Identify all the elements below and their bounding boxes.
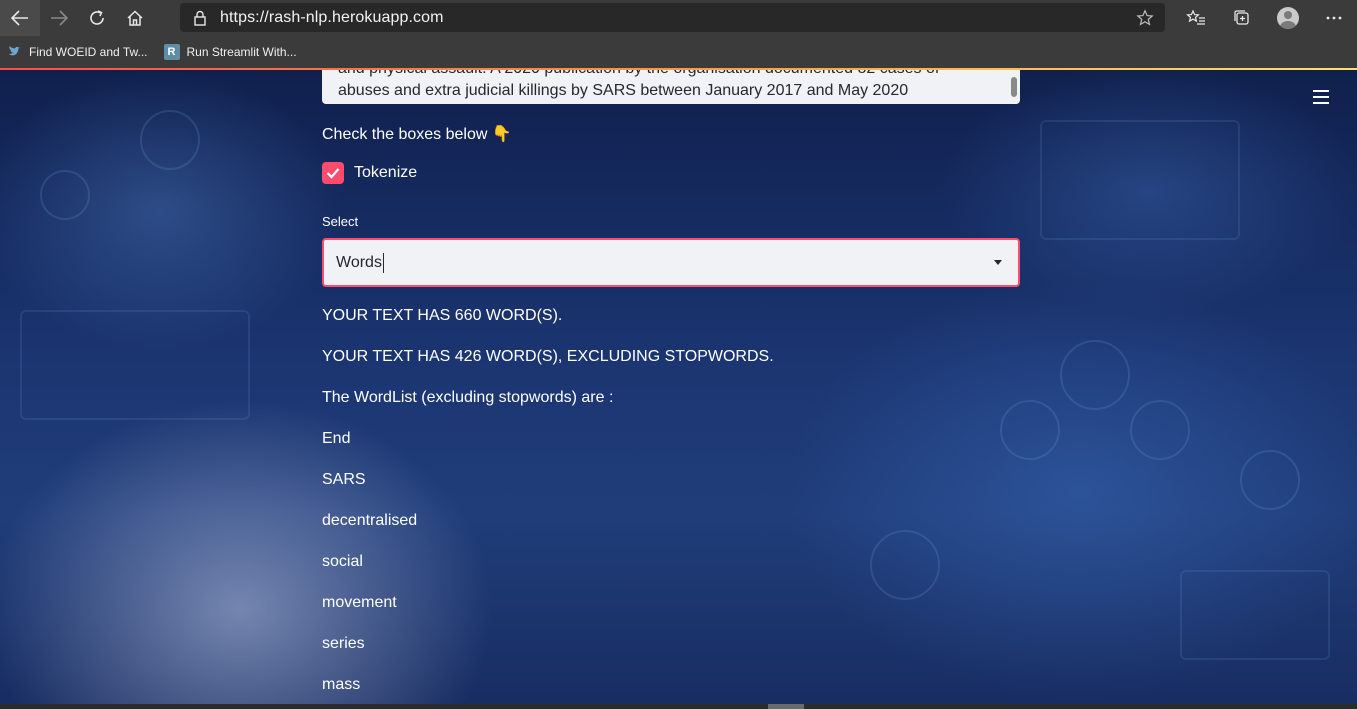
wordlist-heading: The WordList (excluding stopwords) are : bbox=[322, 389, 614, 406]
favorite-star-icon[interactable] bbox=[1125, 8, 1165, 27]
word-list-item: series bbox=[322, 635, 365, 652]
back-button[interactable] bbox=[0, 0, 40, 36]
text-input-area[interactable]: and physical assault. A 2020 publication… bbox=[322, 70, 1020, 104]
word-list-item: movement bbox=[322, 594, 397, 611]
bookmark-label: Run Streamlit With... bbox=[186, 45, 297, 59]
word-list-item: decentralised bbox=[322, 512, 418, 529]
select-value: Words bbox=[336, 253, 382, 271]
word-list-item: social bbox=[322, 553, 363, 570]
word-list-item: End bbox=[322, 430, 351, 447]
word-list-item: mass bbox=[322, 676, 361, 693]
forward-arrow-icon bbox=[51, 10, 68, 26]
bookmarks-bar: Find WOEID and Tw... R Run Streamlit Wit… bbox=[0, 36, 1357, 68]
checkmark-icon bbox=[326, 168, 340, 179]
background-decoration bbox=[1180, 570, 1330, 660]
refresh-button[interactable] bbox=[78, 0, 116, 36]
address-bar[interactable]: https://rash-nlp.herokuapp.com bbox=[180, 3, 1165, 32]
r-letter-icon: R bbox=[163, 44, 180, 60]
favorites-list-button[interactable] bbox=[1173, 0, 1219, 36]
url-text[interactable]: https://rash-nlp.herokuapp.com bbox=[220, 9, 1125, 27]
more-menu-button[interactable] bbox=[1311, 0, 1357, 36]
word-count-text: YOUR TEXT HAS 660 WORD(S). bbox=[322, 307, 563, 324]
textarea-visible-line: abuses and extra judicial killings by SA… bbox=[338, 82, 909, 99]
bookmark-streamlit[interactable]: R Run Streamlit With... bbox=[163, 44, 297, 60]
select-dropdown[interactable]: Words bbox=[322, 238, 1020, 287]
word-list-item: SARS bbox=[322, 471, 366, 488]
horizontal-scrollbar[interactable] bbox=[0, 704, 1357, 709]
avatar bbox=[1277, 7, 1299, 29]
instruction-text: Check the boxes below 👇 bbox=[322, 126, 512, 143]
home-icon bbox=[127, 10, 143, 26]
dropdown-arrow-icon[interactable] bbox=[994, 260, 1002, 265]
word-count-no-stopwords-text: YOUR TEXT HAS 426 WORD(S), EXCLUDING STO… bbox=[322, 348, 774, 365]
favorites-list-icon bbox=[1186, 9, 1205, 25]
tokenize-label: Tokenize bbox=[354, 164, 418, 181]
app-page: and physical assault. A 2020 publication… bbox=[0, 70, 1357, 704]
bookmark-woeid[interactable]: Find WOEID and Tw... bbox=[6, 44, 148, 60]
horizontal-scrollbar-thumb[interactable] bbox=[768, 704, 804, 709]
hamburger-menu-icon[interactable] bbox=[1313, 90, 1329, 104]
background-decoration bbox=[1130, 400, 1190, 460]
background-decoration bbox=[870, 530, 940, 600]
more-dots-icon bbox=[1326, 16, 1342, 20]
refresh-icon bbox=[90, 10, 104, 25]
background-decoration bbox=[20, 310, 250, 420]
collections-button[interactable] bbox=[1219, 0, 1265, 36]
background-decoration bbox=[1040, 120, 1240, 240]
background-decoration bbox=[1060, 340, 1130, 410]
background-decoration bbox=[1240, 450, 1300, 510]
background-decoration bbox=[40, 170, 90, 220]
twitter-bird-icon bbox=[6, 44, 22, 60]
background-decoration bbox=[140, 110, 200, 170]
textarea-scrollbar[interactable] bbox=[1011, 77, 1017, 97]
forward-button[interactable] bbox=[40, 0, 78, 36]
home-button[interactable] bbox=[116, 0, 154, 36]
tokenize-checkbox[interactable] bbox=[322, 162, 344, 184]
textarea-clipped-line: and physical assault. A 2020 publication… bbox=[338, 70, 939, 78]
profile-button[interactable] bbox=[1265, 0, 1311, 36]
back-arrow-icon bbox=[11, 10, 28, 26]
browser-toolbar: https://rash-nlp.herokuapp.com bbox=[0, 0, 1357, 36]
lock-icon bbox=[180, 10, 220, 26]
bookmark-label: Find WOEID and Tw... bbox=[29, 45, 148, 59]
background-decoration bbox=[1000, 400, 1060, 460]
collections-icon bbox=[1234, 10, 1249, 25]
tokenize-checkbox-row[interactable]: Tokenize bbox=[322, 162, 417, 184]
text-cursor bbox=[382, 252, 384, 273]
select-label: Select bbox=[322, 214, 359, 229]
